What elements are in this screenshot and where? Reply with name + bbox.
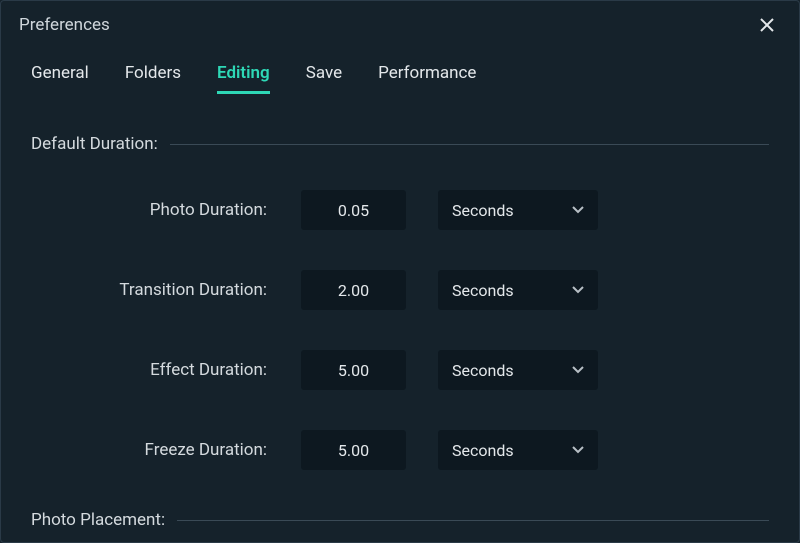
content-area: Default Duration: Photo Duration: Second… (1, 94, 799, 530)
tab-performance[interactable]: Performance (378, 63, 476, 94)
select-label: Seconds (452, 201, 514, 220)
window-title: Preferences (19, 15, 110, 35)
section-header: Photo Placement: (31, 510, 769, 530)
label-photo-duration: Photo Duration: (61, 200, 301, 220)
section-title-photo-placement: Photo Placement: (31, 510, 165, 530)
tab-editing[interactable]: Editing (217, 63, 270, 94)
chevron-down-icon (572, 366, 584, 374)
tabs-bar: General Folders Editing Save Performance (1, 43, 799, 94)
input-photo-duration[interactable] (301, 190, 406, 230)
select-transition-duration-unit[interactable]: Seconds (438, 270, 598, 310)
label-effect-duration: Effect Duration: (61, 360, 301, 380)
tab-save[interactable]: Save (306, 63, 342, 94)
section-divider (177, 520, 769, 521)
chevron-down-icon (572, 286, 584, 294)
section-default-duration: Default Duration: Photo Duration: Second… (31, 134, 769, 470)
tab-folders[interactable]: Folders (125, 63, 181, 94)
select-freeze-duration-unit[interactable]: Seconds (438, 430, 598, 470)
chevron-down-icon (572, 206, 584, 214)
select-effect-duration-unit[interactable]: Seconds (438, 350, 598, 390)
close-icon (759, 17, 775, 33)
section-photo-placement: Photo Placement: (31, 510, 769, 530)
input-transition-duration[interactable] (301, 270, 406, 310)
select-photo-duration-unit[interactable]: Seconds (438, 190, 598, 230)
tab-general[interactable]: General (31, 63, 89, 94)
row-transition-duration: Transition Duration: Seconds (31, 270, 769, 310)
row-photo-duration: Photo Duration: Seconds (31, 190, 769, 230)
input-effect-duration[interactable] (301, 350, 406, 390)
header-bar: Preferences (1, 1, 799, 43)
label-transition-duration: Transition Duration: (61, 280, 301, 300)
input-freeze-duration[interactable] (301, 430, 406, 470)
section-title-default-duration: Default Duration: (31, 134, 158, 154)
chevron-down-icon (572, 446, 584, 454)
select-label: Seconds (452, 441, 514, 460)
section-header: Default Duration: (31, 134, 769, 154)
select-label: Seconds (452, 361, 514, 380)
close-button[interactable] (753, 11, 781, 39)
row-effect-duration: Effect Duration: Seconds (31, 350, 769, 390)
section-divider (170, 144, 769, 145)
label-freeze-duration: Freeze Duration: (61, 440, 301, 460)
row-freeze-duration: Freeze Duration: Seconds (31, 430, 769, 470)
select-label: Seconds (452, 281, 514, 300)
